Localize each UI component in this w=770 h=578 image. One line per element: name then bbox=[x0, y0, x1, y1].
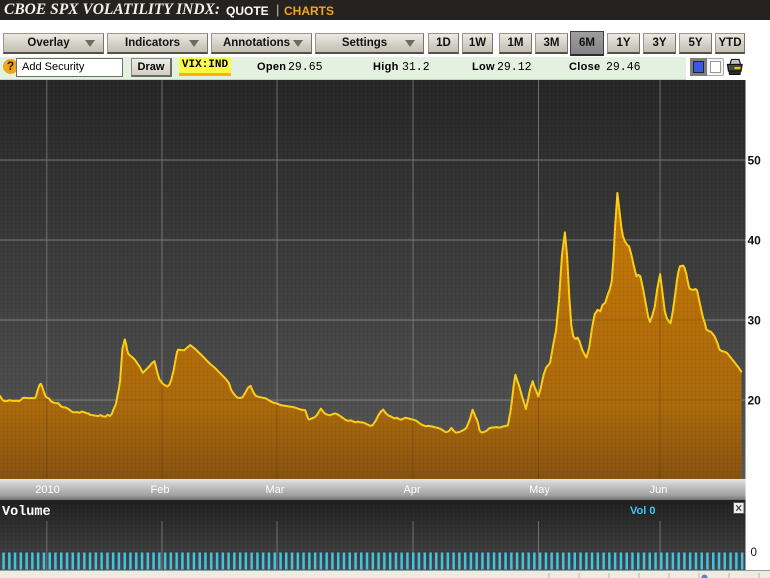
svg-text:30: 30 bbox=[748, 314, 762, 328]
svg-text:Mar: Mar bbox=[266, 484, 285, 496]
svg-text:May: May bbox=[529, 484, 550, 496]
svg-text:Jun: Jun bbox=[650, 484, 668, 496]
svg-text:0: 0 bbox=[751, 547, 757, 559]
svg-text:Vol 0: Vol 0 bbox=[630, 505, 655, 517]
svg-text:20: 20 bbox=[748, 394, 762, 408]
svg-text:Volume: Volume bbox=[2, 505, 51, 520]
svg-text:40: 40 bbox=[748, 234, 762, 248]
svg-text:Apr: Apr bbox=[403, 484, 420, 496]
svg-text:50: 50 bbox=[748, 154, 762, 168]
svg-text:Feb: Feb bbox=[151, 484, 170, 496]
svg-text:2010: 2010 bbox=[35, 484, 59, 496]
